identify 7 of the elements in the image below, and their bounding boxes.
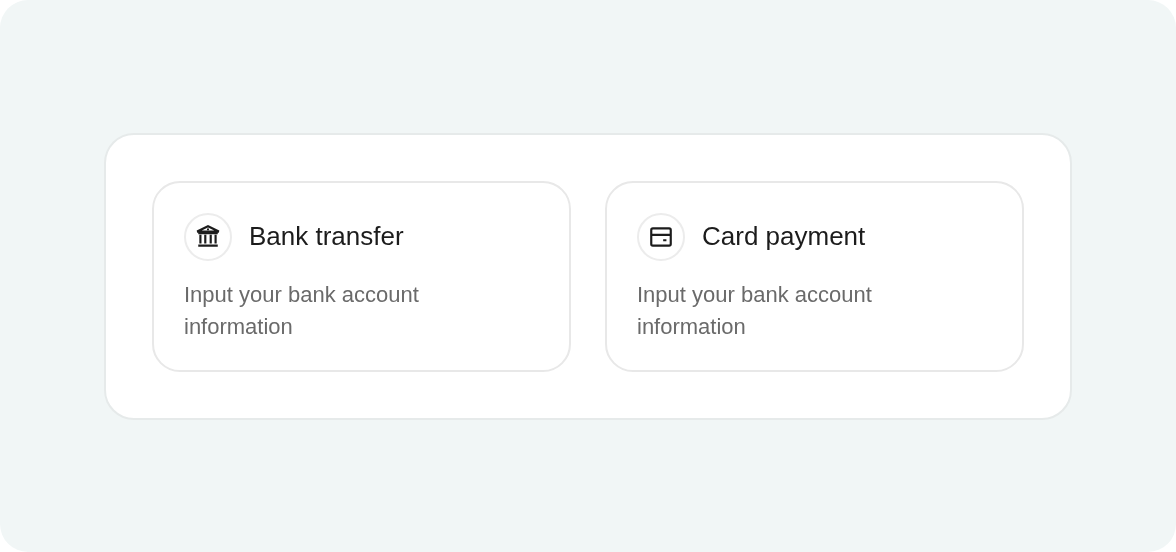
payment-option-card[interactable]: Bank transfer Input your bank account information <box>152 180 571 372</box>
option-title: Bank transfer <box>249 220 404 253</box>
bank-icon <box>195 223 221 250</box>
payment-option-card[interactable]: Card payment Input your bank account information <box>605 180 1024 372</box>
option-title: Card payment <box>702 220 866 253</box>
option-description: Input your bank account information <box>637 280 873 341</box>
option-description: Input your bank account information <box>184 280 420 341</box>
